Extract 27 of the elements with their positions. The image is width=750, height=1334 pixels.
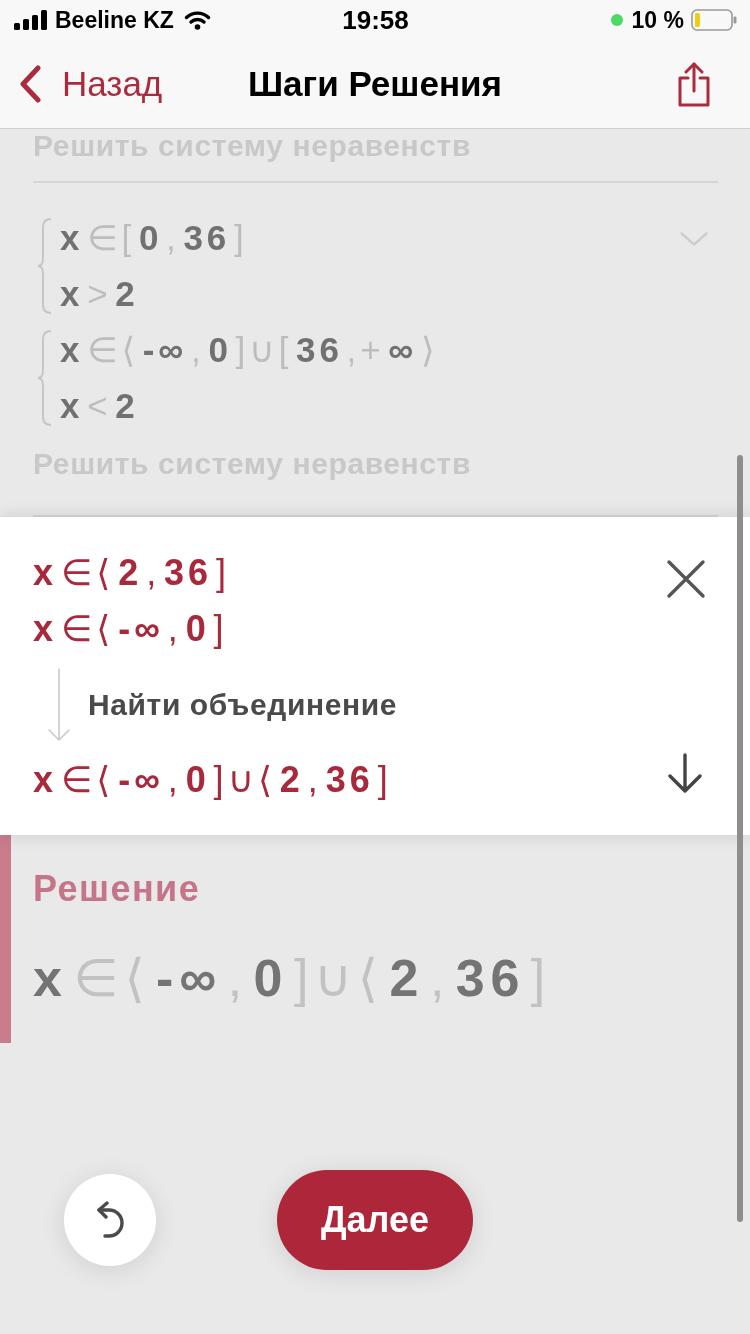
math-expression: x<2 [60, 385, 139, 427]
scrollbar[interactable] [737, 455, 743, 1222]
back-button[interactable]: Назад [18, 64, 163, 104]
share-icon[interactable] [677, 61, 711, 107]
math-expression: x∈⟨2,36] [33, 551, 231, 595]
math-expression: x>2 [60, 273, 139, 315]
chevron-left-icon [18, 65, 42, 103]
math-expression: x∈⟨-∞,0] [33, 607, 229, 651]
solution-label: Решение [33, 869, 201, 909]
next-button[interactable]: Далее [277, 1170, 473, 1270]
battery-percent: 10 % [631, 6, 684, 34]
math-expression: x∈[0,36] [60, 217, 249, 259]
wifi-icon [183, 10, 211, 30]
clock-time: 19:58 [342, 4, 409, 36]
math-expression: x∈⟨-∞,0]∪[36,+∞⟩ [60, 329, 440, 371]
undo-icon [96, 1201, 124, 1239]
close-icon[interactable] [666, 559, 706, 599]
step-action: Найти объединение [88, 687, 397, 722]
math-expression: x∈⟨-∞,0]∪⟨2,36] [33, 758, 393, 802]
battery-icon [691, 9, 737, 31]
step-arrow-icon [47, 667, 71, 742]
dot-icon [610, 14, 623, 26]
screen-title: Шаги Решения [247, 64, 503, 104]
carrier-name: Beeline KZ [55, 6, 174, 34]
solution-value: x∈⟨-∞,0]∪⟨2,36] [33, 948, 552, 1009]
arrow-down-icon[interactable] [666, 753, 704, 793]
signal-icon [14, 10, 48, 30]
